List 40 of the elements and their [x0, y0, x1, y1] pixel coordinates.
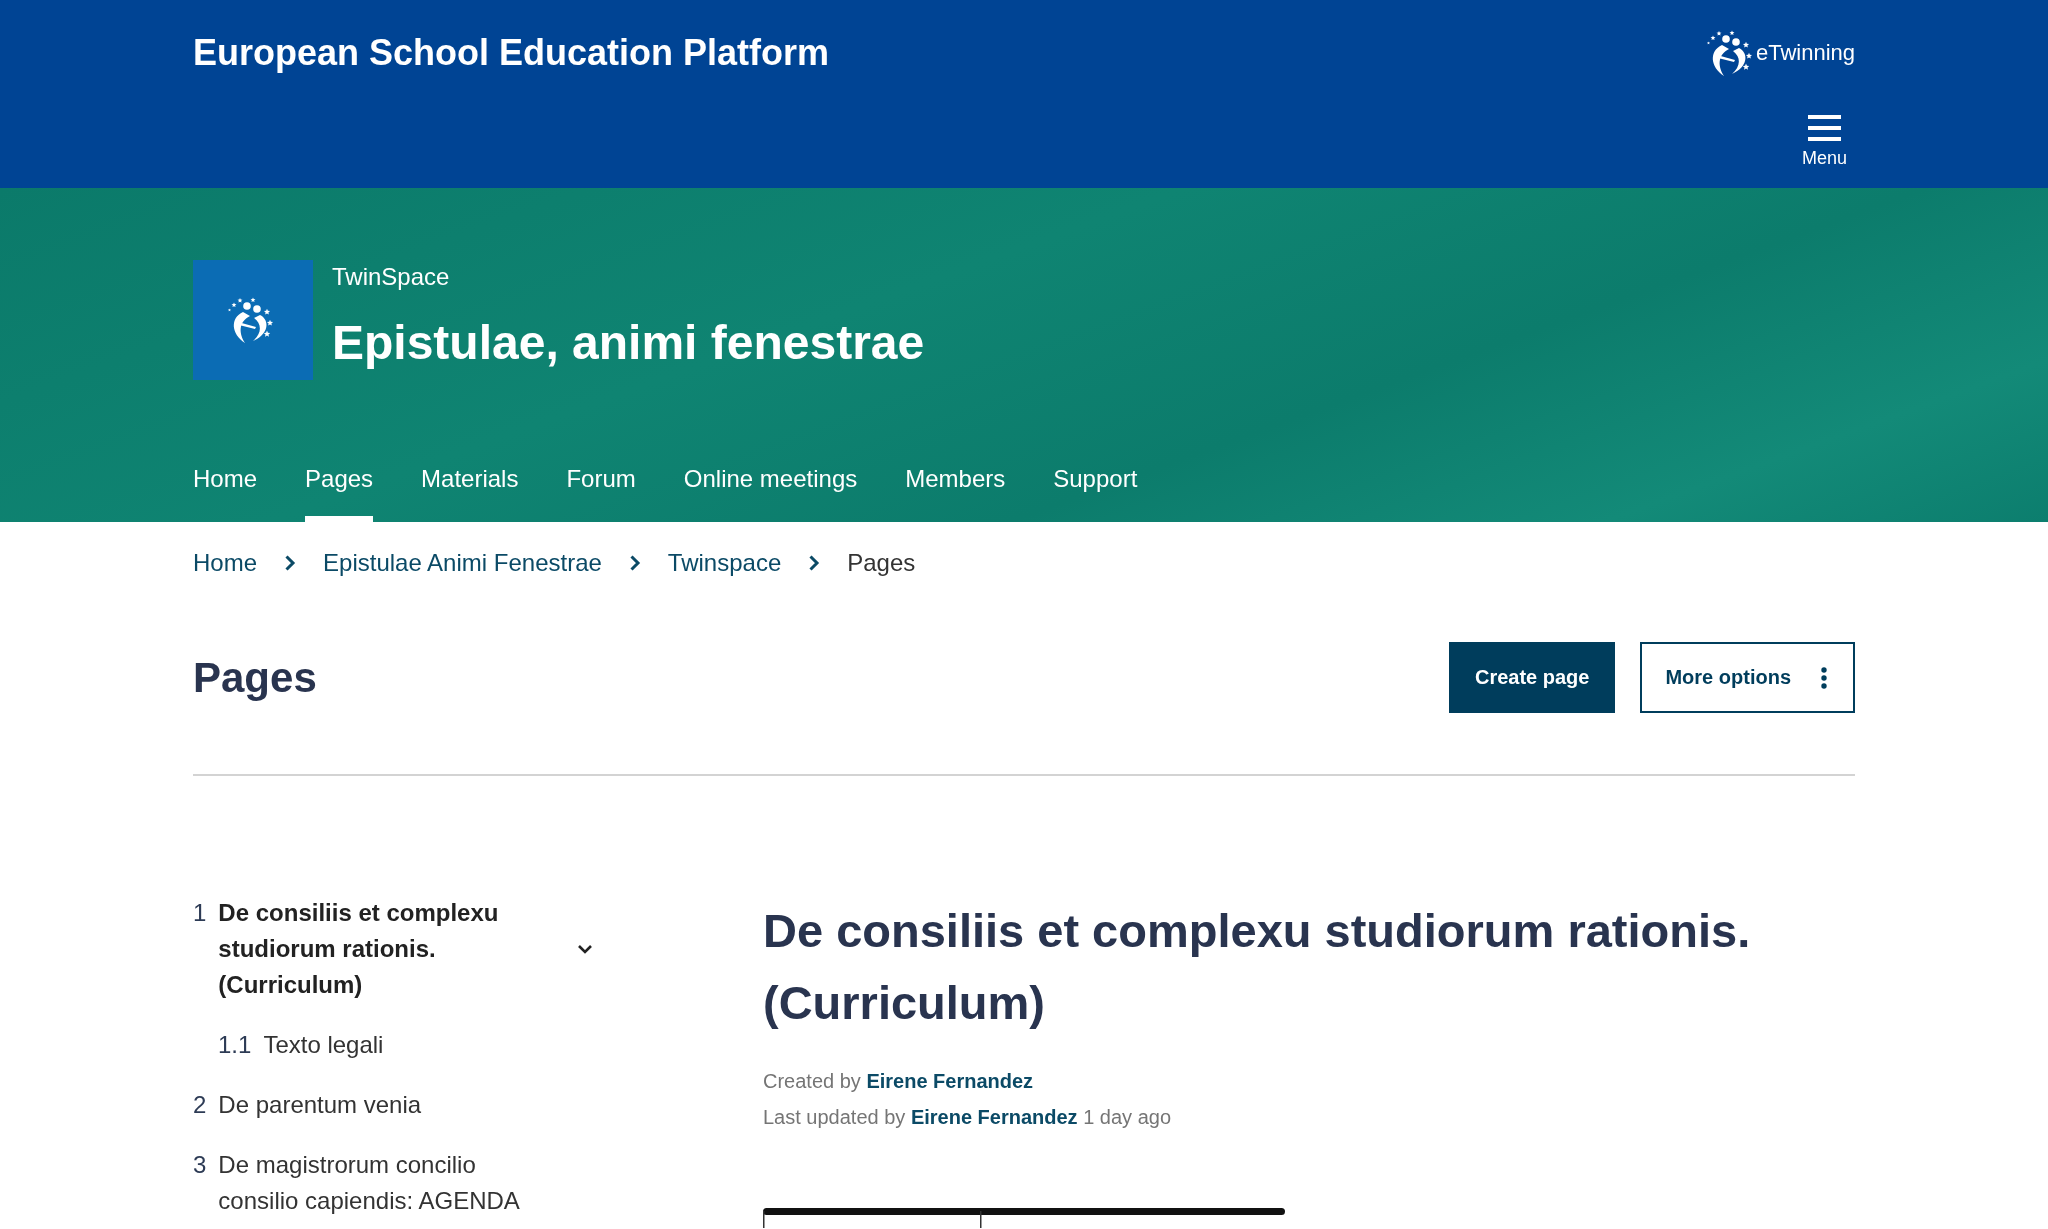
- space-label: TwinSpace: [332, 263, 451, 291]
- chevron-right-icon: [284, 554, 297, 572]
- chevron-right-icon: [808, 554, 821, 572]
- create-page-button[interactable]: Create page: [1448, 642, 1616, 713]
- nav-tab[interactable]: Members: [905, 465, 1006, 522]
- breadcrumb-link[interactable]: Twinspace: [667, 545, 782, 581]
- item-number: 1: [193, 898, 207, 928]
- page-tree-link[interactable]: De magistrorum concilio consilio capiendis: AGENDA: [218, 1147, 549, 1219]
- nav-tab[interactable]: Pages: [305, 465, 374, 522]
- article-title: De consiliis et complexu studiorum rationis. (Curriculum): [763, 903, 1752, 1031]
- breadcrumb-link[interactable]: Home: [193, 545, 258, 581]
- chevron-right-icon: [628, 554, 641, 572]
- nav-tab[interactable]: Home: [193, 465, 258, 522]
- menu-button[interactable]: Menu: [1793, 115, 1855, 169]
- people-stars-icon: [193, 260, 313, 380]
- people-stars-icon: [1704, 29, 1752, 77]
- nav-tab[interactable]: Materials: [421, 465, 519, 522]
- breadcrumb-link[interactable]: Epistulae Animi Fenestrae: [323, 545, 602, 581]
- page-tree-link[interactable]: De consiliis et complexu studiorum rationis. (Curriculum): [218, 895, 549, 1003]
- menu-icon: [1808, 115, 1841, 141]
- logo-link[interactable]: eTwinning: [1704, 29, 1855, 77]
- more-options-button[interactable]: More options: [1640, 642, 1855, 713]
- site-title[interactable]: European School Education Platform: [193, 31, 830, 75]
- page-tree-link[interactable]: De parentum venia: [218, 1087, 549, 1123]
- breadcrumb-current: Pages: [847, 548, 916, 578]
- nav-tab[interactable]: Forum: [566, 465, 636, 522]
- updated-by-text: Last updated by Eirene Fernandez 1 day ago: [763, 1105, 1173, 1130]
- vertical-dots-icon: [1821, 666, 1827, 689]
- chevron-down-icon[interactable]: [577, 944, 593, 954]
- author-link[interactable]: Eirene Fernandez: [910, 1106, 1078, 1128]
- created-by-text: Created by Eirene Fernandez: [763, 1069, 1035, 1094]
- page-heading: Pages: [193, 652, 317, 703]
- item-number: 2: [193, 1090, 207, 1120]
- item-number: 1.1: [218, 1030, 252, 1060]
- author-link[interactable]: Eirene Fernandez: [866, 1070, 1034, 1092]
- page-tree-link[interactable]: Texto legali: [263, 1027, 593, 1063]
- item-number: 3: [193, 1150, 207, 1180]
- nav-tab[interactable]: Support: [1053, 465, 1138, 522]
- space-title: Epistulae, animi fenestrae: [332, 315, 925, 371]
- nav-tab[interactable]: Online meetings: [683, 465, 858, 522]
